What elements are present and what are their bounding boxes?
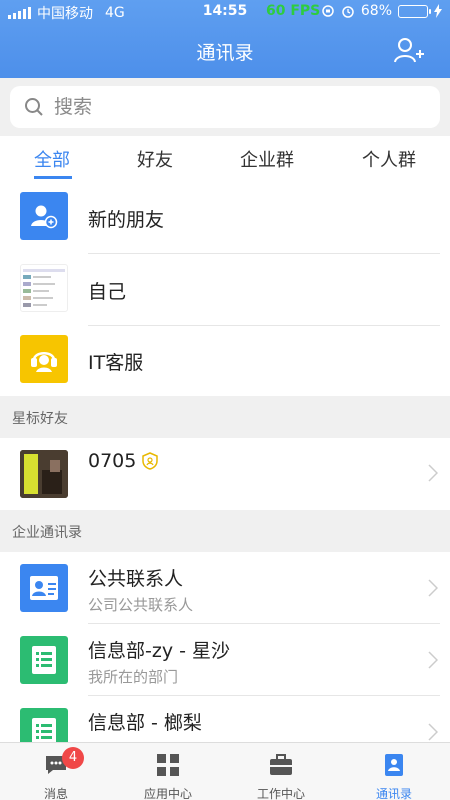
headset-icon [20,335,68,383]
department-icon [20,636,68,684]
tabbar-work-center[interactable]: 工作中心 [225,743,337,800]
page-title: 通讯录 [196,42,254,64]
tabbar-contacts[interactable]: 通讯录 [338,743,450,800]
tab-enterprise-groups[interactable]: 企业群 [240,146,294,172]
tabbar-label: 消息 [43,787,68,800]
search-input[interactable] [54,92,424,122]
fps-indicator: 60 FPS [266,3,321,19]
tabbar-label: 工作中心 [256,787,305,800]
add-person-icon [20,192,68,240]
section-title: 星标好友 [12,411,68,427]
add-person-icon[interactable] [392,34,424,66]
list-item-new-friends[interactable]: 新的朋友 [0,182,450,254]
list-item-public-contacts[interactable]: 公共联系人 公司公共联系人 [0,552,450,624]
filter-tabs: 全部 好友 企业群 个人群 [0,136,450,182]
department-icon [20,708,68,742]
section-title: 企业通讯录 [12,525,82,541]
active-tab-indicator [34,176,72,179]
tabbar-app-center[interactable]: 应用中心 [112,743,224,800]
bottom-tab-bar: 4 消息 应用中心 工作中心 通讯录 [0,742,450,800]
list-item-title: 新的朋友 [88,209,165,231]
enterprise-list: 公共联系人 公司公共联系人 信息部-zy - 星沙 我所在的部门 信息部 - 榔… [0,552,450,742]
contact-row[interactable]: 0705 [0,438,450,510]
list-item-department[interactable]: 信息部-zy - 星沙 我所在的部门 [0,624,450,696]
tabbar-messages[interactable]: 4 消息 [0,743,112,800]
list-item-title: 自己 [88,281,127,303]
tab-all[interactable]: 全部 [34,146,70,172]
tabbar-label: 通讯录 [375,787,412,800]
orientation-lock-icon [322,5,334,17]
avatar [20,450,68,498]
header: 中国移动 4G 14:55 60 FPS 68% 通讯录 [0,0,450,78]
chevron-right-icon [428,723,438,741]
list-item-subtitle: 公司公共联系人 [88,596,194,614]
battery-percent: 68% [360,3,392,19]
list-item-title: 公共联系人 [88,568,184,590]
apps-grid-icon [157,754,179,776]
list-item-subtitle: 我所在的部门 [88,668,179,686]
chevron-right-icon [428,579,438,597]
unread-badge: 4 [62,747,84,769]
top-list: 新的朋友 自己 IT客服 [0,182,450,396]
contact-card-icon [20,564,68,612]
tab-personal-groups[interactable]: 个人群 [362,146,416,172]
list-item-title: IT客服 [88,352,144,374]
verified-shield-icon [142,452,158,470]
tab-friends[interactable]: 好友 [137,146,173,172]
starred-list: 0705 [0,438,450,510]
list-item-department[interactable]: 信息部 - 榔梨 [0,696,450,742]
list-item-self[interactable]: 自己 [0,254,450,326]
contact-name: 0705 [88,450,137,472]
status-bar: 中国移动 4G 14:55 60 FPS 68% [0,0,450,24]
section-header-starred: 星标好友 [0,396,450,438]
section-header-enterprise: 企业通讯录 [0,510,450,552]
contacts-book-icon [385,754,403,776]
list-item-title: 信息部 - 榔梨 [88,712,202,734]
briefcase-icon [270,754,292,775]
tabbar-label: 应用中心 [143,787,192,800]
search-box[interactable] [10,86,440,128]
list-item-title: 信息部-zy - 星沙 [88,640,231,662]
chevron-right-icon [428,464,438,482]
list-item-it-service[interactable]: IT客服 [0,326,450,396]
screenshot-thumbnail [20,264,68,312]
search-icon [25,98,43,116]
alarm-icon [342,6,354,18]
battery-icon [398,4,431,18]
charging-icon [434,4,442,18]
search-area [0,78,450,136]
chevron-right-icon [428,651,438,669]
